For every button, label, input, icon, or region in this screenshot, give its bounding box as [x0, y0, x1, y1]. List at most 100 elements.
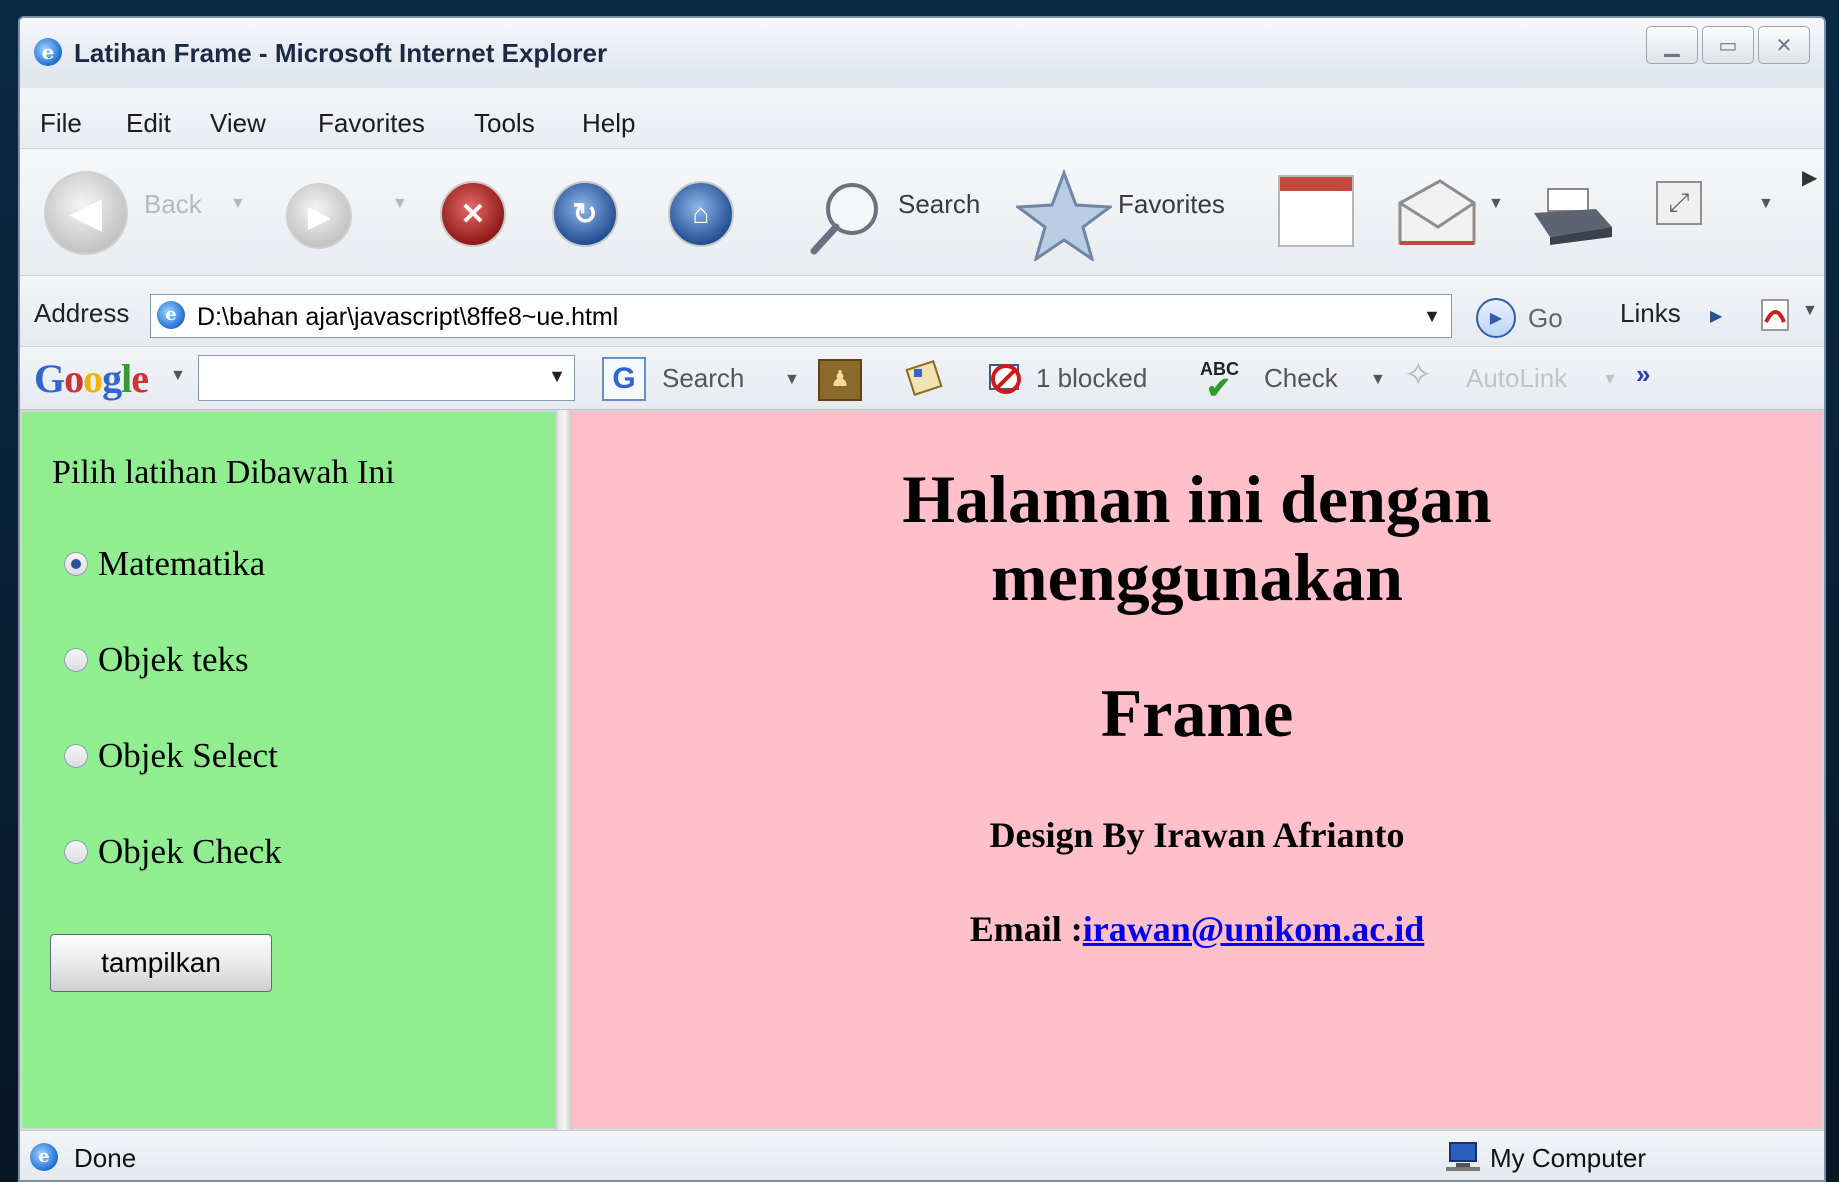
spellcheck-checkmark-icon: ✔ [1206, 372, 1232, 405]
window-title: Latihan Frame - Microsoft Internet Explo… [74, 38, 608, 68]
magnifier-icon [810, 183, 878, 255]
heading-line-2: menggunakan [991, 539, 1403, 615]
menu-tools[interactable]: Tools [474, 108, 535, 139]
mail-dropdown-icon[interactable]: ▼ [1488, 195, 1504, 213]
page-info-button[interactable]: ♟ [818, 359, 862, 401]
forward-button[interactable]: ▶ [286, 183, 352, 249]
autolink-button[interactable]: AutoLink [1466, 363, 1567, 394]
spellcheck-dropdown-icon[interactable]: ▼ [1370, 371, 1386, 389]
google-search-dropdown-icon[interactable]: ▼ [548, 366, 566, 387]
address-label: Address [34, 298, 130, 328]
email-link[interactable]: irawan@unikom.ac.id [1083, 909, 1425, 949]
standard-toolbar: ◀ Back ▼ ▶ ▼ ✕ ↻ ⌂ Search Favorites ▼ ⤢ … [20, 149, 1824, 276]
address-bar: Address e D:\bahan ajar\javascript\8ffe8… [20, 276, 1824, 347]
maximize-button[interactable]: ▭ [1702, 26, 1754, 64]
status-text: Done [74, 1143, 137, 1173]
minimize-button[interactable]: ▁ [1646, 26, 1698, 64]
radio-objek-check[interactable] [64, 840, 88, 864]
security-zone-label: My Computer [1490, 1143, 1647, 1173]
refresh-button[interactable]: ↻ [552, 181, 618, 247]
google-menu-dropdown-icon[interactable]: ▼ [170, 367, 186, 385]
tampilkan-button[interactable]: tampilkan [50, 934, 272, 992]
mail-button[interactable] [1396, 177, 1478, 247]
email-label: Email : [969, 909, 1083, 949]
frame-splitter[interactable] [558, 410, 572, 1130]
close-button[interactable]: ✕ [1758, 26, 1810, 64]
more-buttons-chevron[interactable]: » [1636, 359, 1650, 390]
print-button[interactable] [1530, 187, 1614, 247]
back-label: Back [144, 189, 202, 219]
menu-favorites[interactable]: Favorites [318, 108, 425, 139]
search-button[interactable] [806, 175, 886, 255]
go-button[interactable]: ▶ Go [1476, 298, 1563, 338]
radio-matematika[interactable] [64, 552, 88, 576]
address-value[interactable]: D:\bahan ajar\javascript\8ffe8~ue.html [197, 303, 618, 332]
page-icon: e [157, 301, 185, 329]
home-button[interactable]: ⌂ [668, 181, 734, 247]
popups-blocked-count[interactable]: 1 blocked [1036, 363, 1147, 394]
close-icon: ✕ [1775, 34, 1793, 57]
spellcheck-button[interactable]: Check [1264, 363, 1338, 394]
toolbar-chevron-icon[interactable]: ▶ [1802, 165, 1817, 190]
back-button[interactable]: ◀ [44, 171, 128, 255]
google-search-input[interactable]: ▼ [198, 355, 575, 401]
radio-objek-select[interactable] [64, 744, 88, 768]
page-status-icon: e [30, 1143, 58, 1171]
back-arrow-icon: ◀ [70, 191, 102, 235]
maximize-icon: ▭ [1718, 34, 1738, 57]
mail-icon [1398, 179, 1476, 245]
option-label[interactable]: Objek teks [98, 640, 249, 680]
back-dropdown-icon[interactable]: ▼ [230, 195, 246, 213]
option-label[interactable]: Objek Check [98, 832, 282, 872]
calendar-icon [1280, 177, 1352, 191]
menu-view[interactable]: View [210, 108, 266, 139]
autolink-dropdown-icon[interactable]: ▼ [1602, 371, 1618, 389]
refresh-icon: ↻ [572, 197, 598, 231]
option-label[interactable]: Matematika [98, 544, 265, 584]
title-bar: e Latihan Frame - Microsoft Internet Exp… [20, 18, 1824, 89]
favorites-button[interactable] [1013, 168, 1115, 263]
pdf-button[interactable] [1758, 298, 1794, 332]
page-info-icon: ♟ [830, 366, 850, 391]
browser-window: e Latihan Frame - Microsoft Internet Exp… [18, 16, 1826, 1182]
favorites-label[interactable]: Favorites [1118, 189, 1225, 220]
toolbar-options-dropdown-icon[interactable]: ▼ [1758, 195, 1774, 213]
menu-edit[interactable]: Edit [126, 108, 171, 139]
pagerank-button[interactable] [904, 359, 944, 397]
links-chevron-icon[interactable]: ▶ [1710, 306, 1722, 326]
forward-dropdown-icon[interactable]: ▼ [392, 195, 408, 213]
address-dropdown-icon[interactable]: ▼ [1413, 295, 1451, 337]
star-icon [1013, 168, 1115, 263]
printer-icon [1534, 188, 1612, 245]
radio-objek-teks[interactable] [64, 648, 88, 672]
exercise-prompt: Pilih latihan Dibawah Ini [52, 454, 395, 491]
search-label[interactable]: Search [898, 189, 980, 220]
google-logo[interactable]: Google [34, 355, 149, 402]
google-search-button[interactable]: Search [662, 363, 744, 394]
forward-arrow-icon: ▶ [308, 200, 330, 232]
design-credit: Design By Irawan Afrianto [989, 815, 1405, 855]
stop-button[interactable]: ✕ [440, 181, 506, 247]
menu-help[interactable]: Help [582, 108, 635, 139]
popup-blocked-icon [989, 364, 1021, 394]
fullscreen-button[interactable]: ⤢ [1656, 181, 1702, 225]
window-controls: ▁ ▭ ✕ [1642, 26, 1810, 64]
option-matematika[interactable]: Matematika [64, 544, 265, 584]
pdf-dropdown-icon[interactable]: ▼ [1802, 302, 1818, 320]
links-button[interactable]: Links [1620, 298, 1681, 329]
google-toolbar: Google ▼ ▼ G Search ▼ ♟ 1 blocked ABC ✔ … [20, 347, 1824, 410]
address-input[interactable]: e D:\bahan ajar\javascript\8ffe8~ue.html… [150, 294, 1452, 338]
status-bar: e Done My Computer [20, 1130, 1824, 1180]
left-frame: Pilih latihan Dibawah Ini Matematika Obj… [22, 412, 556, 1128]
option-objek-teks[interactable]: Objek teks [64, 640, 249, 680]
ie-icon: e [34, 38, 62, 66]
history-button[interactable] [1278, 175, 1354, 247]
option-objek-select[interactable]: Objek Select [64, 736, 278, 776]
option-objek-check[interactable]: Objek Check [64, 832, 282, 872]
menu-file[interactable]: File [40, 108, 82, 139]
popup-blocker-button[interactable] [986, 359, 1026, 397]
stop-icon: ✕ [460, 197, 486, 231]
option-label[interactable]: Objek Select [98, 736, 278, 776]
computer-zone-icon [1444, 1141, 1480, 1171]
google-search-dropdown-arrow-icon[interactable]: ▼ [784, 371, 800, 389]
